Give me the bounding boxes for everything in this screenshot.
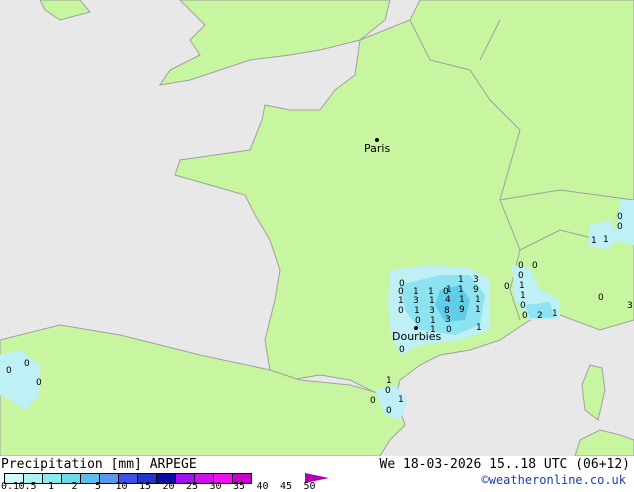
color-scale-tick-label: 1 [48,481,55,492]
color-scale-tick-label: 45 [280,481,293,492]
color-scale-tick-label: 10 [115,481,128,492]
value-label: 1 [429,296,435,306]
value-label: 1 [446,285,452,295]
value-label: 1 [459,295,465,305]
value-label: 0 [518,271,524,281]
credit-link[interactable]: ©weatheronline.co.uk [482,473,627,487]
value-label: 9 [473,285,479,295]
value-label: 0 [385,386,391,396]
value-label: 1 [520,291,526,301]
legend-footer: Precipitation [mm] ARPEGE We 18-03-2026 … [0,456,634,492]
color-scale-tick-label: 20 [162,481,175,492]
value-label: 0 [399,345,405,355]
color-scale-tick-label: 35 [233,481,246,492]
color-scale-tick-label: 25 [186,481,199,492]
value-label: 3 [429,306,435,316]
value-label: 1 [430,325,436,335]
value-label: 0 [6,366,12,376]
value-label: 0 [386,406,392,416]
color-scale-tick-label: 0.5 [18,481,37,492]
value-label: 0 [370,396,376,406]
value-label: 0 [520,301,526,311]
value-label: 1 [476,323,482,333]
color-scale-tick-label: 30 [209,481,222,492]
value-label: 0 [398,306,404,316]
color-scale-tick-label: 50 [303,481,316,492]
value-label: 1 [414,306,420,316]
value-label: 1 [386,376,392,386]
value-label: 0 [24,359,30,369]
value-label: 3 [445,315,451,325]
value-label: 1 [552,309,558,319]
color-scale-tick-label: 0.1 [1,481,20,492]
city-label-paris: Paris [364,142,390,155]
value-label: 4 [445,295,451,305]
value-label: 1 [475,295,481,305]
value-label: 0 [617,212,623,222]
color-scale-tick-label: 15 [139,481,152,492]
precipitation-map: Paris Dourbies 0 1 1 3 0 1 0 1 1 9 1 3 1… [0,0,634,456]
forecast-datetime: We 18-03-2026 15..18 UTC (06+12) [379,457,630,472]
value-label: 0 [518,261,524,271]
legend-title: Precipitation [mm] ARPEGE [1,457,197,472]
value-label: 1 [475,305,481,315]
value-label: 0 [446,325,452,335]
value-label: 0 [36,378,42,388]
color-scale-tick-label: 2 [71,481,78,492]
value-label: 1 [458,285,464,295]
value-label: 1 [519,281,525,291]
value-label: 1 [398,395,404,405]
value-label: 3 [413,296,419,306]
value-label: 0 [522,311,528,321]
value-label: 0 [617,222,623,232]
value-label: 2 [537,311,543,321]
value-label: 3 [473,275,479,285]
value-label: 1 [603,235,609,245]
color-scale-tick-label: 5 [95,481,102,492]
value-label: 0 [415,316,421,326]
value-label: 3 [627,301,633,311]
value-label: 0 [598,293,604,303]
value-label: 0 [504,282,510,292]
value-label: 9 [459,305,465,315]
value-label: 1 [398,296,404,306]
color-scale-tick-label: 40 [256,481,269,492]
value-label: 1 [458,275,464,285]
value-label: 1 [591,236,597,246]
value-label: 0 [532,261,538,271]
